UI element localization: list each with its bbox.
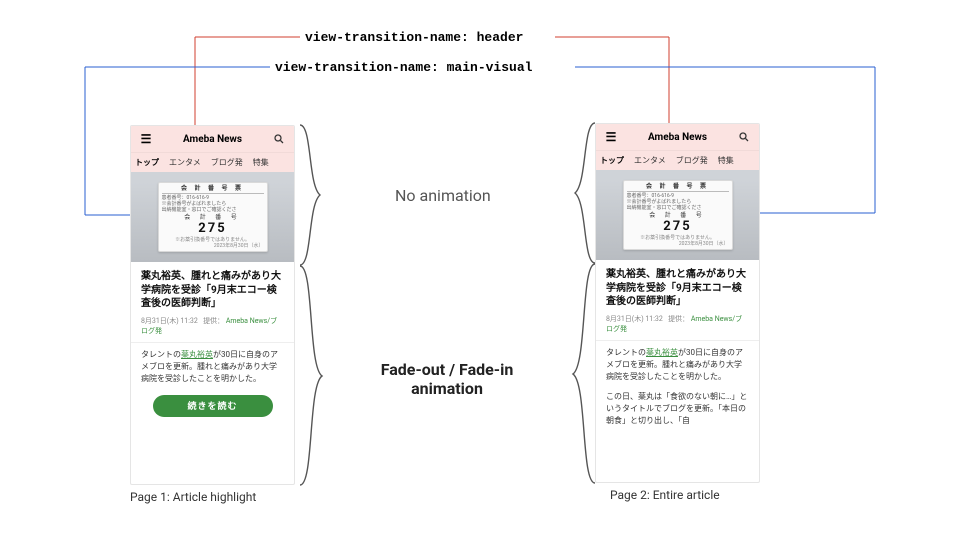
label-view-transition-main-visual: view-transition-name: main-visual xyxy=(275,60,532,75)
annotation-fade-line1: Fade-out / Fade-in xyxy=(381,360,514,379)
caption-page-1: Page 1: Article highlight xyxy=(130,490,256,504)
ticket-title: 会 計 番 号 票 xyxy=(627,183,729,192)
search-icon[interactable] xyxy=(272,133,286,145)
nav-item[interactable]: エンタメ xyxy=(634,155,666,166)
meta-time: 8月31日(木) 11:32 xyxy=(606,315,663,323)
body-prefix: タレントの xyxy=(141,350,181,359)
menu-icon[interactable]: ☰ xyxy=(604,130,618,144)
nav-item[interactable]: トップ xyxy=(600,155,624,166)
article-meta: 8月31日(木) 11:32 提供： Ameba News/ブログ発 xyxy=(606,314,749,334)
article-meta: 8月31日(木) 11:32 提供： Ameba News/ブログ発 xyxy=(141,316,284,336)
article-title: 薬丸裕英、腫れと痛みがあり大学病院を受診「9月末エコー検査後の医師判断」 xyxy=(141,270,284,311)
brand-logo: Ameba News xyxy=(183,134,242,145)
annotation-fade: Fade-out / Fade-in animation xyxy=(362,360,532,398)
ticket-label: 会 計 番 号 xyxy=(162,214,264,221)
nav-item[interactable]: トップ xyxy=(135,157,159,168)
ticket-date: 2023年8月30日（水） xyxy=(627,241,729,247)
phone1-article: 薬丸裕英、腫れと痛みがあり大学病院を受診「9月末エコー検査後の医師判断」 8月3… xyxy=(131,262,294,427)
nav-item[interactable]: ブログ発 xyxy=(676,155,708,166)
phone1-main-visual: 会 計 番 号 票 患者番号：016-616-9 ※会計番号がよばれましたら 出… xyxy=(131,172,294,262)
brand-logo: Ameba News xyxy=(648,132,707,143)
phone1-header: ☰ Ameba News xyxy=(131,126,294,152)
body-link[interactable]: 薬丸裕英 xyxy=(646,348,678,357)
phone2-header: ☰ Ameba News xyxy=(596,124,759,150)
article-body-extra: この日、薬丸は「食欲のない朝に…」というタイトルでブログを更新。「本日の朝食」と… xyxy=(606,391,749,427)
brace-fade-left xyxy=(300,266,340,485)
ticket-line: ※会計番号がよばれましたら 出納機能室・窓口でご確認くださ xyxy=(162,201,264,213)
ticket-number: 275 xyxy=(162,221,264,237)
article-body: タレントの薬丸裕英が30日に自身のアメブロを更新。腫れと痛みがあり大学病院を受診… xyxy=(141,349,284,385)
brace-no-anim-left xyxy=(300,125,340,265)
meta-provider: 提供： xyxy=(203,317,224,325)
annotation-fade-line2: animation xyxy=(411,379,483,398)
nav-item[interactable]: 特集 xyxy=(253,157,269,168)
ticket-number: 275 xyxy=(627,219,729,235)
annotation-no-animation: No animation xyxy=(395,186,491,205)
brace-no-anim-right xyxy=(555,123,595,263)
meta-provider: 提供： xyxy=(668,315,689,323)
search-icon[interactable] xyxy=(737,131,751,143)
ticket-card: 会 計 番 号 票 患者番号：016-616-9 ※会計番号がよばれましたら 出… xyxy=(623,180,733,250)
body-link[interactable]: 薬丸裕英 xyxy=(181,350,213,359)
meta-time: 8月31日(木) 11:32 xyxy=(141,317,198,325)
article-body: タレントの薬丸裕英が30日に自身のアメブロを更新。腫れと痛みがあり大学病院を受診… xyxy=(606,347,749,383)
ticket-title: 会 計 番 号 票 xyxy=(162,185,264,194)
label-view-transition-header: view-transition-name: header xyxy=(305,30,523,45)
phone-page-2: ☰ Ameba News トップ エンタメ ブログ発 特集 会 計 番 号 票 … xyxy=(595,123,760,483)
body-prefix: タレントの xyxy=(606,348,646,357)
nav-item[interactable]: ブログ発 xyxy=(211,157,243,168)
ticket-card: 会 計 番 号 票 患者番号：016-616-9 ※会計番号がよばれましたら 出… xyxy=(158,182,268,252)
ticket-date: 2023年8月30日（水） xyxy=(162,243,264,249)
nav-item[interactable]: 特集 xyxy=(718,155,734,166)
read-more-button[interactable]: 続きを読む xyxy=(153,395,273,417)
divider xyxy=(596,340,759,341)
phone1-nav: トップ エンタメ ブログ発 特集 xyxy=(131,152,294,172)
ticket-line: ※会計番号がよばれましたら 出納機能室・窓口でご確認くださ xyxy=(627,199,729,211)
brace-fade-right xyxy=(555,264,595,483)
divider xyxy=(131,342,294,343)
caption-page-2: Page 2: Entire article xyxy=(610,488,720,502)
article-title: 薬丸裕英、腫れと痛みがあり大学病院を受診「9月末エコー検査後の医師判断」 xyxy=(606,268,749,309)
ticket-label: 会 計 番 号 xyxy=(627,212,729,219)
nav-item[interactable]: エンタメ xyxy=(169,157,201,168)
phone2-nav: トップ エンタメ ブログ発 特集 xyxy=(596,150,759,170)
phone-page-1: ☰ Ameba News トップ エンタメ ブログ発 特集 会 計 番 号 票 … xyxy=(130,125,295,485)
phone2-main-visual: 会 計 番 号 票 患者番号：016-616-9 ※会計番号がよばれましたら 出… xyxy=(596,170,759,260)
phone2-article: 薬丸裕英、腫れと痛みがあり大学病院を受診「9月末エコー検査後の医師判断」 8月3… xyxy=(596,260,759,437)
menu-icon[interactable]: ☰ xyxy=(139,132,153,146)
